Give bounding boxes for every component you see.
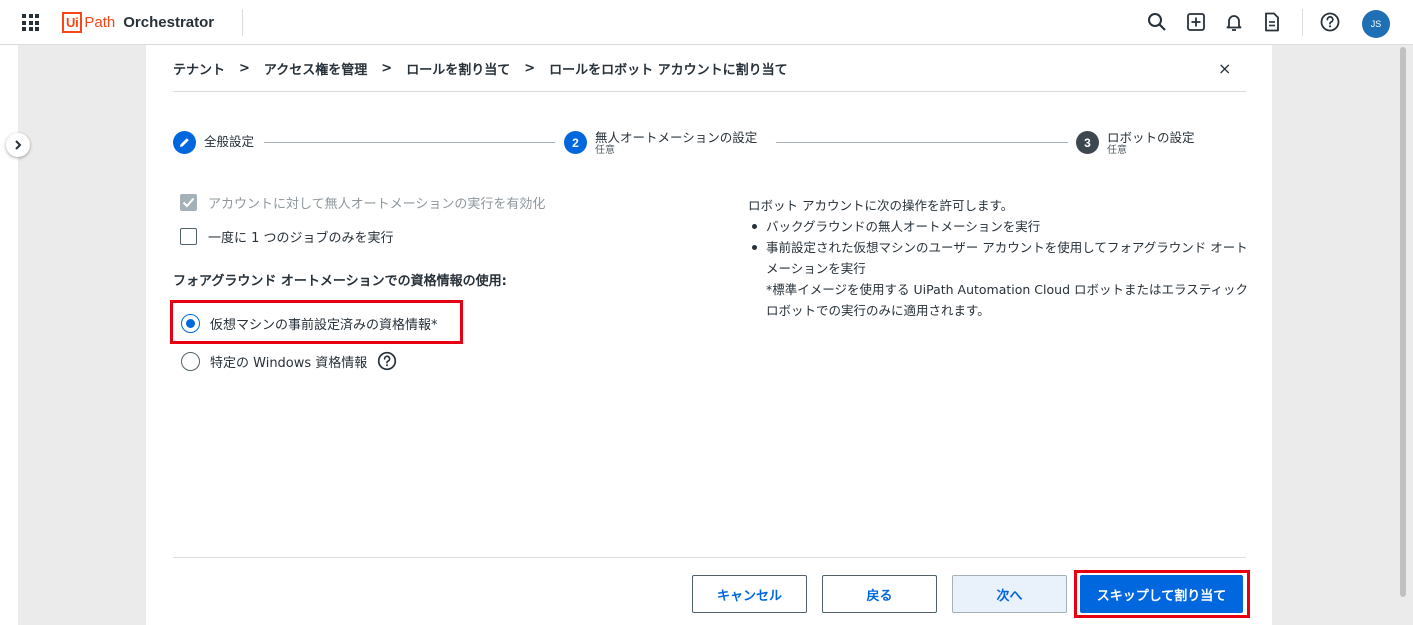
- document-icon[interactable]: [1261, 11, 1283, 33]
- bell-icon[interactable]: [1223, 11, 1245, 33]
- step-number: 2: [564, 131, 587, 154]
- breadcrumb-item-current: ロールをロボット アカウントに割り当て: [549, 62, 788, 78]
- radio-label: 特定の Windows 資格情報: [210, 355, 368, 371]
- top-bar: Ui Path Orchestrator JS: [0, 0, 1413, 45]
- step-robot[interactable]: 3 ロボットの設定 任意: [1076, 131, 1195, 156]
- breadcrumb-item-assign-roles[interactable]: ロールを割り当て: [406, 59, 510, 78]
- breadcrumb-separator: >: [239, 60, 250, 76]
- step-connector: [264, 142, 555, 143]
- topbar-divider: [242, 9, 243, 36]
- info-bullet: 事前設定された仮想マシンのユーザー アカウントを使用してフォアグラウンド オート…: [748, 237, 1248, 279]
- close-button[interactable]: ×: [1218, 59, 1231, 78]
- left-rail: [0, 45, 18, 625]
- logo-ui: Ui: [62, 11, 83, 33]
- search-icon[interactable]: [1146, 11, 1168, 33]
- step-optional: 任意: [595, 145, 615, 156]
- breadcrumb-item-tenant[interactable]: テナント: [173, 59, 225, 78]
- apps-grid-icon[interactable]: [22, 14, 39, 31]
- highlight-box: [170, 300, 463, 344]
- step-unattended[interactable]: 2 無人オートメーションの設定 任意: [564, 131, 757, 156]
- step-general[interactable]: 全般設定: [173, 131, 254, 154]
- header-divider: [173, 91, 1246, 92]
- checkbox-label: 一度に 1 つのジョブのみを実行: [208, 231, 394, 246]
- breadcrumb-item-manage-access[interactable]: アクセス権を管理: [264, 59, 367, 78]
- add-icon[interactable]: [1185, 11, 1207, 33]
- step-text: 無人オートメーションの設定 任意: [595, 130, 758, 157]
- checkbox-one-job-at-a-time[interactable]: 一度に 1 つのジョブのみを実行: [180, 227, 394, 246]
- info-bullet: バックグラウンドの無人オートメーションを実行: [748, 216, 1248, 237]
- info-intro: ロボット アカウントに次の操作を許可します。: [748, 198, 1014, 213]
- highlight-box: [1074, 570, 1250, 618]
- info-list: バックグラウンドの無人オートメーションを実行 事前設定された仮想マシンのユーザー…: [748, 216, 1248, 279]
- chevron-right-icon: [15, 140, 22, 150]
- next-button[interactable]: 次へ: [952, 575, 1067, 613]
- back-button[interactable]: 戻る: [822, 575, 937, 613]
- user-avatar[interactable]: JS: [1362, 10, 1390, 38]
- checkbox[interactable]: [180, 228, 197, 245]
- checkbox[interactable]: [180, 194, 197, 211]
- assign-role-panel: テナント > アクセス権を管理 > ロールを割り当て > ロールをロボット アカ…: [146, 45, 1272, 625]
- logo-path: Path: [84, 13, 116, 31]
- radio-button[interactable]: [181, 351, 200, 371]
- breadcrumb-separator: >: [524, 60, 536, 76]
- info-note: *標準イメージを使用する UiPath Automation Cloud ロボッ…: [766, 282, 1248, 318]
- checkbox-enable-unattended[interactable]: アカウントに対して無人オートメーションの実行を有効化: [180, 193, 545, 212]
- step-number: 3: [1076, 131, 1099, 154]
- radio-windows-credentials[interactable]: 特定の Windows 資格情報: [181, 351, 397, 371]
- step-label: ロボットの設定: [1107, 130, 1195, 145]
- expand-sidebar-button[interactable]: [6, 133, 30, 157]
- step-optional: 任意: [1107, 145, 1127, 156]
- help-icon[interactable]: [377, 351, 397, 371]
- breadcrumb: テナント > アクセス権を管理 > ロールを割り当て > ロールをロボット アカ…: [173, 58, 788, 78]
- scrollbar-thumb[interactable]: [1400, 47, 1406, 597]
- credentials-section-label: フォアグラウンド オートメーションでの資格情報の使用:: [173, 274, 507, 289]
- check-icon: [182, 197, 195, 208]
- step-label: 全般設定: [204, 134, 255, 149]
- checkbox-label: アカウントに対して無人オートメーションの実行を有効化: [208, 197, 546, 212]
- edit-icon: [173, 131, 196, 154]
- topbar-divider: [1302, 9, 1303, 36]
- product-name: Orchestrator: [123, 13, 215, 31]
- footer-divider: [173, 557, 1246, 558]
- step-text: ロボットの設定 任意: [1107, 130, 1195, 157]
- cancel-button[interactable]: キャンセル: [692, 575, 807, 613]
- help-icon[interactable]: [1319, 11, 1341, 33]
- step-label: 無人オートメーションの設定: [595, 130, 758, 145]
- info-description: ロボット アカウントに次の操作を許可します。 バックグラウンドの無人オートメーシ…: [748, 195, 1248, 321]
- uipath-logo[interactable]: Ui Path Orchestrator: [62, 11, 214, 33]
- step-connector: [776, 142, 1068, 143]
- breadcrumb-separator: >: [381, 60, 393, 76]
